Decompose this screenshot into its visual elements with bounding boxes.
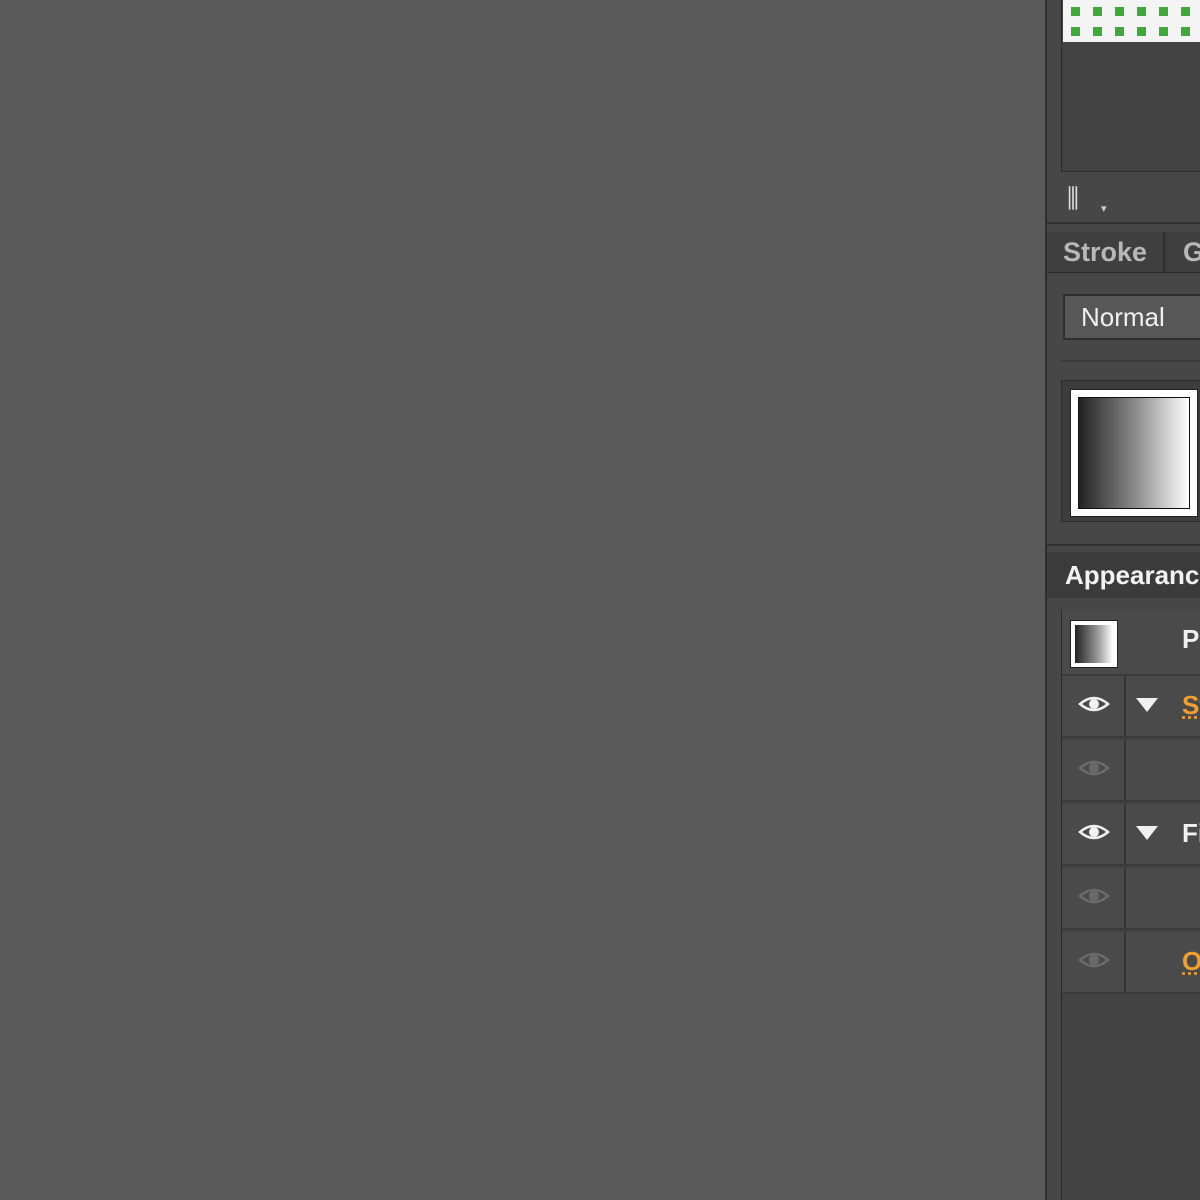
transparency-thumbnail-area: [1061, 380, 1200, 522]
swatch[interactable]: [1159, 27, 1168, 36]
visibility-toggle[interactable]: [1062, 740, 1126, 800]
swatch[interactable]: [1137, 27, 1146, 36]
appearance-row[interactable]: [1062, 868, 1200, 930]
appearance-row[interactable]: Fi: [1062, 804, 1200, 866]
eye-icon: [1078, 948, 1110, 972]
blend-mode-dropdown[interactable]: Normal: [1063, 294, 1200, 340]
appearance-object-row[interactable]: P: [1062, 610, 1200, 676]
disclosure-triangle-icon[interactable]: [1136, 698, 1158, 712]
library-books-icon: ⫼: [1067, 184, 1079, 214]
divider: [1047, 222, 1200, 224]
visibility-toggle[interactable]: [1062, 676, 1126, 736]
path-thumbnail: [1070, 620, 1118, 668]
artboard-canvas[interactable]: [0, 0, 1045, 1200]
eye-icon: [1078, 756, 1110, 780]
appearance-row-label: Fi: [1182, 818, 1200, 848]
appearance-panel-body: P St Fi O: [1061, 610, 1200, 1200]
eye-icon: [1078, 884, 1110, 908]
visibility-toggle[interactable]: [1062, 868, 1126, 928]
swatch[interactable]: [1181, 27, 1190, 36]
chevron-down-icon: ▾: [1101, 202, 1107, 215]
divider: [1047, 544, 1200, 546]
swatch[interactable]: [1137, 7, 1146, 16]
swatch-grid[interactable]: [1063, 0, 1200, 42]
tab-row: Stroke G: [1047, 232, 1200, 273]
swatch-library-icon[interactable]: ⫼ ▾: [1067, 182, 1113, 216]
swatch[interactable]: [1071, 27, 1080, 36]
swatch[interactable]: [1093, 7, 1102, 16]
swatch[interactable]: [1071, 7, 1080, 16]
visibility-toggle[interactable]: [1062, 932, 1126, 992]
swatch[interactable]: [1115, 7, 1124, 16]
tab-stroke[interactable]: Stroke: [1047, 232, 1165, 272]
appearance-row-label[interactable]: St: [1182, 676, 1200, 736]
eye-icon: [1078, 692, 1110, 716]
appearance-row[interactable]: [1062, 740, 1200, 802]
tab-gradient[interactable]: G: [1167, 232, 1200, 272]
appearance-panel-title[interactable]: Appearanc: [1047, 552, 1200, 598]
swatch[interactable]: [1093, 27, 1102, 36]
swatches-panel: [1061, 0, 1200, 172]
gradient-thumbnail[interactable]: [1070, 389, 1198, 517]
swatch[interactable]: [1115, 27, 1124, 36]
disclosure-triangle-icon[interactable]: [1136, 826, 1158, 840]
appearance-row[interactable]: St: [1062, 676, 1200, 738]
appearance-row-label[interactable]: O: [1182, 932, 1200, 992]
swatch[interactable]: [1181, 7, 1190, 16]
eye-icon: [1078, 820, 1110, 844]
divider: [1061, 360, 1200, 362]
object-label: P: [1182, 624, 1200, 654]
gradient-fill: [1078, 397, 1190, 509]
appearance-row[interactable]: O: [1062, 932, 1200, 994]
visibility-toggle[interactable]: [1062, 804, 1126, 864]
panel-dock: ⫼▾ Stroke G Normal Appearanc P StFiO: [1045, 0, 1200, 1200]
swatch[interactable]: [1159, 7, 1168, 16]
